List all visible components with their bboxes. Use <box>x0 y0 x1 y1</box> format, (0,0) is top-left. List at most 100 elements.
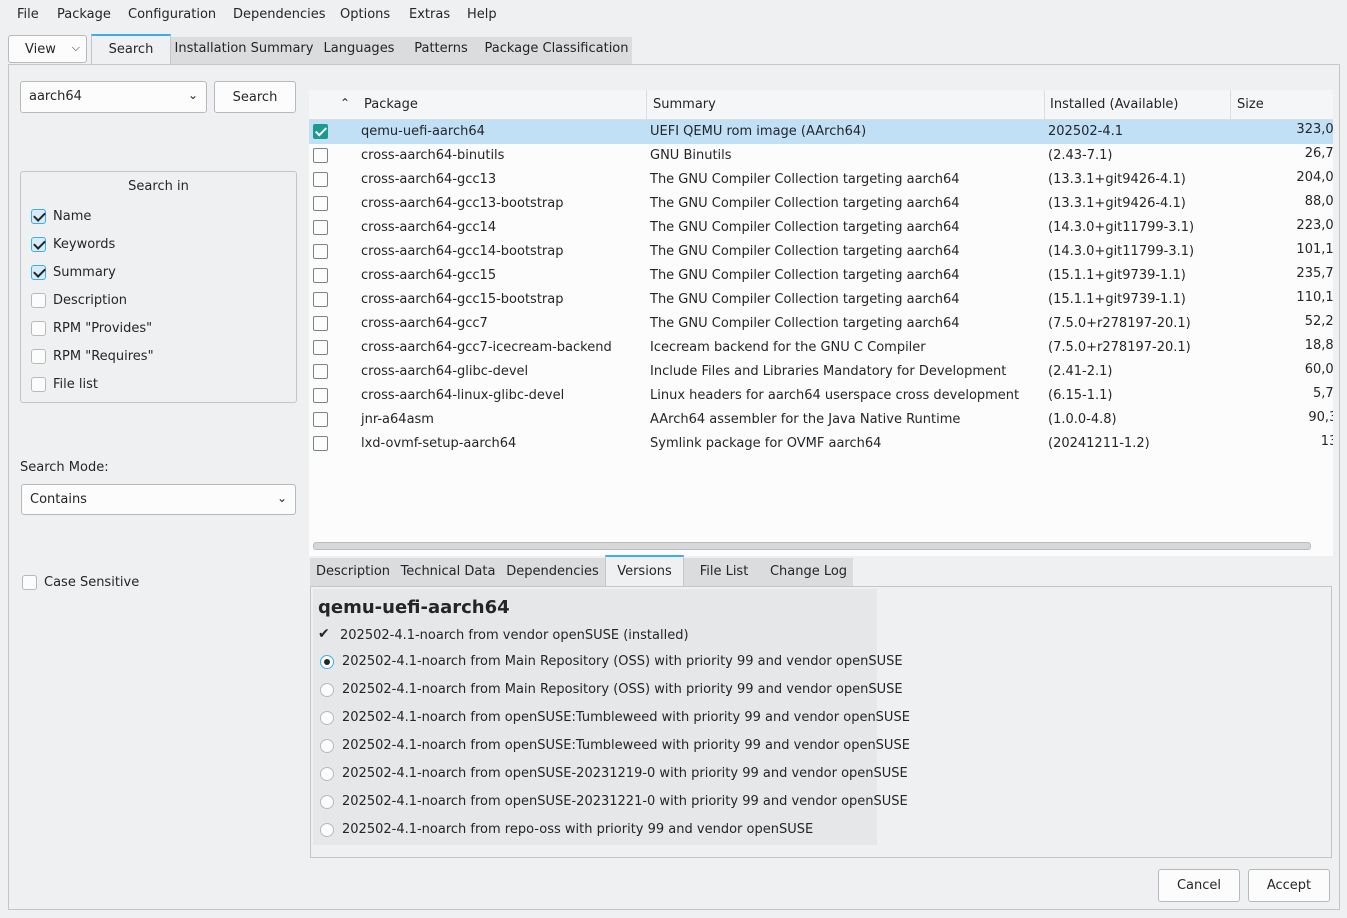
horizontal-scrollbar[interactable] <box>313 542 1311 550</box>
column-size[interactable]: Size <box>1237 97 1264 112</box>
version-option[interactable]: 202502-4.1-noarch from openSUSE:Tumblewe… <box>320 710 910 727</box>
version-option-label: 202502-4.1-noarch from openSUSE-20231219… <box>342 766 908 781</box>
chevron-down-icon: ⌄ <box>276 491 287 505</box>
keywords-checkbox[interactable] <box>31 237 46 252</box>
search-button[interactable]: Search <box>214 81 296 113</box>
version-option[interactable]: 202502-4.1-noarch from openSUSE-20231219… <box>320 766 908 783</box>
tab-dependencies[interactable]: Dependencies <box>500 558 605 586</box>
tab-versions[interactable]: Versions <box>605 555 684 586</box>
version-option[interactable]: 202502-4.1-noarch from repo-oss with pri… <box>320 822 875 839</box>
menu-options[interactable]: Options <box>340 7 390 22</box>
table-row[interactable]: lxd-ovmf-setup-aarch64 Symlink package fo… <box>309 432 1333 456</box>
version-option[interactable]: 202502-4.1-noarch from openSUSE-20231221… <box>320 794 908 811</box>
name-checkbox[interactable] <box>31 209 46 224</box>
package-checkbox[interactable] <box>313 388 328 403</box>
package-checkbox[interactable] <box>313 244 328 259</box>
version-radio[interactable] <box>320 655 334 669</box>
menu-configuration[interactable]: Configuration <box>128 7 216 22</box>
table-row[interactable]: cross-aarch64-glibc-devel Include Files a… <box>309 360 1333 384</box>
column-installed[interactable]: Installed (Available) <box>1050 97 1179 112</box>
tab-languages[interactable]: Languages <box>317 37 401 65</box>
cancel-button[interactable]: Cancel <box>1158 869 1240 902</box>
version-radio[interactable] <box>320 795 334 809</box>
description-checkbox[interactable] <box>31 293 46 308</box>
column-summary[interactable]: Summary <box>653 97 716 112</box>
version-option[interactable]: 202502-4.1-noarch from openSUSE:Tumblewe… <box>320 738 910 755</box>
package-checkbox[interactable] <box>313 316 328 331</box>
version-option[interactable]: 202502-4.1-noarch from Main Repository (… <box>320 682 903 699</box>
package-name: cross-aarch64-gcc15-bootstrap <box>361 292 564 307</box>
tab-installation-summary[interactable]: Installation Summary <box>171 37 317 65</box>
column-package[interactable]: Package <box>364 97 418 112</box>
version-radio[interactable] <box>320 739 334 753</box>
table-row[interactable]: cross-aarch64-gcc13-bootstrap The GNU Com… <box>309 192 1333 216</box>
rpm-provides-checkbox[interactable] <box>31 321 46 336</box>
table-row[interactable]: cross-aarch64-gcc14 The GNU Compiler Coll… <box>309 216 1333 240</box>
package-checkbox[interactable] <box>313 364 328 379</box>
case-sensitive-checkbox[interactable] <box>22 575 37 590</box>
summary-checkbox[interactable] <box>31 265 46 280</box>
version-option-label: 202502-4.1-noarch from repo-oss with pri… <box>342 822 814 837</box>
table-row[interactable]: cross-aarch64-gcc14-bootstrap The GNU Com… <box>309 240 1333 264</box>
package-checkbox[interactable] <box>313 268 328 283</box>
version-radio[interactable] <box>320 683 334 697</box>
column-divider[interactable] <box>1044 90 1045 119</box>
package-checkbox[interactable] <box>313 172 328 187</box>
search-mode-select[interactable]: Contains ⌄ <box>21 484 296 515</box>
view-button[interactable]: View ⌵ <box>8 35 87 63</box>
search-input[interactable]: aarch64 ⌄ <box>20 81 207 113</box>
chevron-up-icon[interactable]: ⌃ <box>340 96 350 110</box>
package-checkbox[interactable] <box>313 436 328 451</box>
column-divider[interactable] <box>646 90 647 119</box>
package-version: (14.3.0+git11799-3.1) <box>1048 244 1195 259</box>
tab-patterns[interactable]: Patterns <box>401 37 481 65</box>
file-list-checkbox[interactable] <box>31 377 46 392</box>
field-rpm-requires-label: RPM "Requires" <box>53 349 154 364</box>
table-row[interactable]: jnr-a64asm AArch64 assembler for the Java… <box>309 408 1333 432</box>
table-row[interactable]: cross-aarch64-gcc15 The GNU Compiler Coll… <box>309 264 1333 288</box>
version-option[interactable]: 202502-4.1-noarch from Main Repository (… <box>320 654 903 671</box>
menu-file[interactable]: File <box>17 7 39 22</box>
version-radio[interactable] <box>320 767 334 781</box>
table-row[interactable]: cross-aarch64-gcc13 The GNU Compiler Coll… <box>309 168 1333 192</box>
tab-change-log[interactable]: Change Log <box>764 558 853 586</box>
tab-search[interactable]: Search <box>91 34 171 65</box>
package-checkbox[interactable] <box>313 340 328 355</box>
tab-package-classification[interactable]: Package Classification <box>481 37 632 65</box>
tab-file-list[interactable]: File List <box>684 558 764 586</box>
version-radio[interactable] <box>320 823 334 837</box>
package-summary: GNU Binutils <box>650 148 732 163</box>
table-row[interactable]: cross-aarch64-gcc7 The GNU Compiler Colle… <box>309 312 1333 336</box>
package-size: 60,0 M <box>1304 362 1333 377</box>
table-row[interactable]: cross-aarch64-gcc15-bootstrap The GNU Com… <box>309 288 1333 312</box>
case-sensitive-option[interactable]: Case Sensitive <box>22 575 222 593</box>
package-checkbox[interactable] <box>313 148 328 163</box>
package-checkbox[interactable] <box>313 124 328 139</box>
versions-title: qemu-uefi-aarch64 <box>318 597 510 618</box>
menu-package[interactable]: Package <box>57 7 111 22</box>
tab-technical-data[interactable]: Technical Data <box>396 558 500 586</box>
menu-dependencies[interactable]: Dependencies <box>233 7 326 22</box>
package-checkbox[interactable] <box>313 220 328 235</box>
menu-help[interactable]: Help <box>467 7 497 22</box>
package-checkbox[interactable] <box>313 292 328 307</box>
accept-button[interactable]: Accept <box>1248 869 1330 902</box>
versions-panel: qemu-uefi-aarch64 ✔ 202502-4.1-noarch fr… <box>313 589 910 845</box>
installed-version: 202502-4.1-noarch from vendor openSUSE (… <box>340 628 689 643</box>
tab-description[interactable]: Description <box>310 558 396 586</box>
chevron-down-icon[interactable]: ⌄ <box>188 88 198 102</box>
package-version: (6.15-1.1) <box>1048 388 1113 403</box>
table-row[interactable]: qemu-uefi-aarch64 UEFI QEMU rom image (AA… <box>309 120 1333 144</box>
table-row[interactable]: cross-aarch64-linux-glibc-devel Linux hea… <box>309 384 1333 408</box>
field-file-list-label: File list <box>53 377 98 392</box>
table-row[interactable]: cross-aarch64-binutils GNU Binutils (2.43-… <box>309 144 1333 168</box>
menu-extras[interactable]: Extras <box>409 7 450 22</box>
package-size: 90,3 k <box>1308 410 1333 425</box>
table-row[interactable]: cross-aarch64-gcc7-icecream-backend Icecr… <box>309 336 1333 360</box>
package-checkbox[interactable] <box>313 412 328 427</box>
rpm-requires-checkbox[interactable] <box>31 349 46 364</box>
column-divider[interactable] <box>1230 90 1231 119</box>
package-checkbox[interactable] <box>313 196 328 211</box>
version-radio[interactable] <box>320 711 334 725</box>
package-name: cross-aarch64-gcc14 <box>361 220 497 235</box>
